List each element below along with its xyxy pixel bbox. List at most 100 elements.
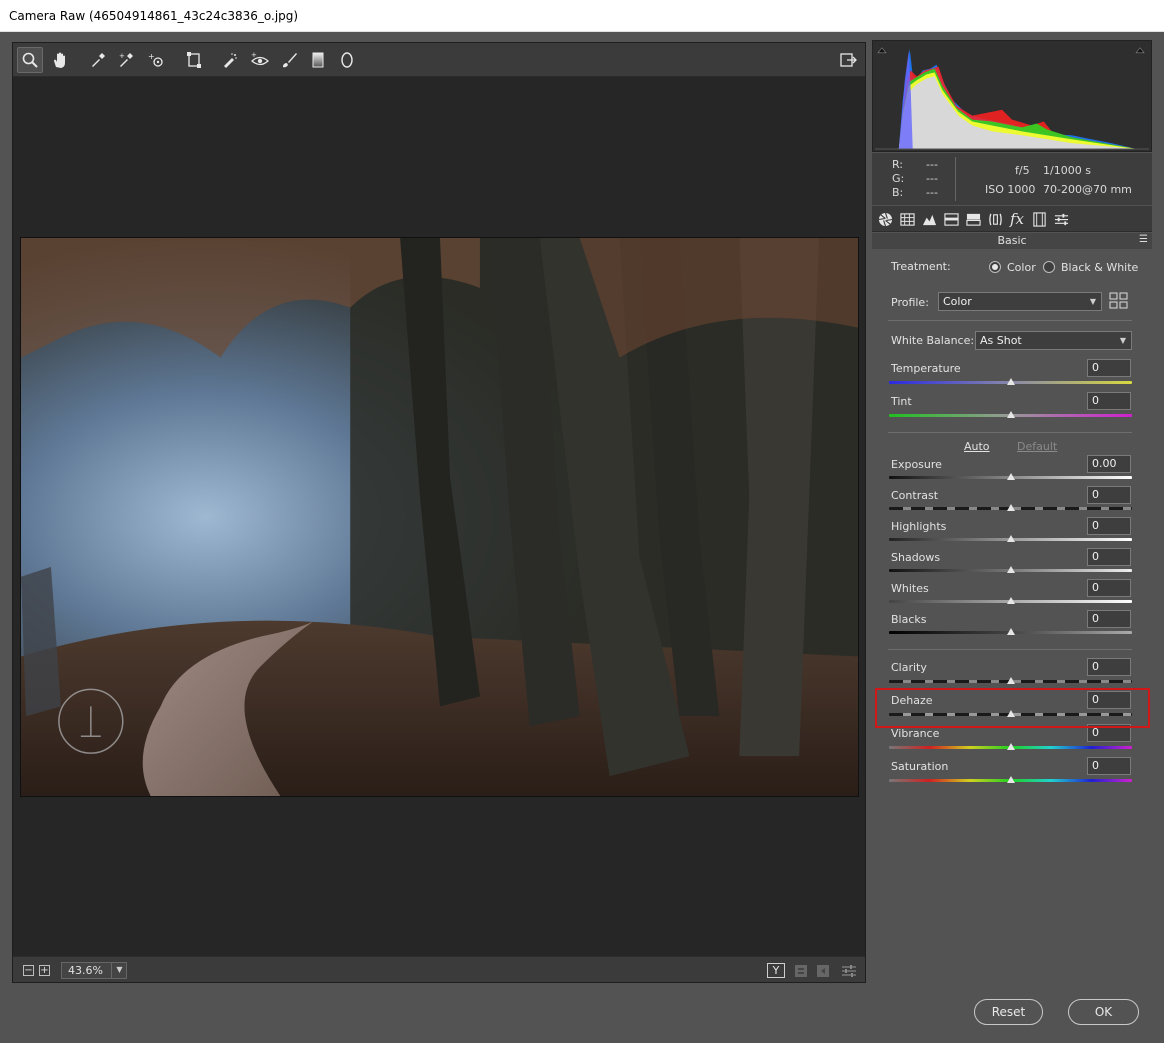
highlights-input[interactable]: 0: [1087, 517, 1131, 535]
red-eye-tool-button[interactable]: +: [247, 47, 273, 73]
clarity-input[interactable]: 0: [1087, 658, 1131, 676]
highlights-slider-handle[interactable]: [1007, 535, 1015, 542]
swap-before-after-icon[interactable]: [791, 962, 811, 979]
reset-button[interactable]: Reset: [974, 999, 1043, 1025]
temperature-label: Temperature: [891, 362, 961, 375]
transform-tool-button[interactable]: [181, 47, 207, 73]
chevron-down-icon[interactable]: ▼: [111, 962, 127, 979]
eye-icon: +: [251, 51, 269, 66]
contrast-label: Contrast: [891, 489, 939, 502]
spot-removal-tool-button[interactable]: [217, 47, 243, 73]
saturation-slider-handle[interactable]: [1007, 776, 1015, 783]
color-sampler-icon: +: [119, 52, 133, 67]
whites-slider-handle[interactable]: [1007, 597, 1015, 604]
saturation-input[interactable]: 0: [1087, 757, 1131, 775]
blacks-slider-handle[interactable]: [1007, 628, 1015, 635]
blacks-input[interactable]: 0: [1087, 610, 1131, 628]
tab-camera-calibration[interactable]: [1029, 210, 1049, 228]
panel-tabs: fx: [872, 206, 1152, 232]
ok-button[interactable]: OK: [1068, 999, 1139, 1025]
tab-split-toning[interactable]: [963, 210, 983, 228]
tint-slider-handle[interactable]: [1007, 411, 1015, 418]
contrast-slider-handle[interactable]: [1007, 504, 1015, 511]
exposure-input[interactable]: 0.00: [1087, 455, 1131, 473]
shadows-label: Shadows: [891, 551, 941, 564]
hand-tool-button[interactable]: [47, 47, 73, 73]
treatment-bw-label: Black & White: [1061, 261, 1139, 274]
exposure-label: Exposure: [891, 458, 942, 471]
temperature-input[interactable]: 0: [1087, 359, 1131, 377]
default-button[interactable]: Default: [1017, 440, 1057, 453]
sliders-icon: [1054, 213, 1068, 225]
treatment-bw-radio[interactable]: [1043, 261, 1055, 273]
tab-tone-curve[interactable]: [897, 210, 917, 228]
r-value: ---: [926, 158, 938, 171]
treatment-color-radio[interactable]: [989, 261, 1001, 273]
blacks-label: Blacks: [891, 613, 927, 626]
tool-bar: + + +: [13, 43, 865, 77]
iso-value: ISO 1000: [985, 183, 1036, 196]
forest-photo-image: [21, 238, 858, 796]
zoom-out-button[interactable]: −: [23, 965, 34, 976]
mountains-icon: [922, 214, 936, 225]
zoom-level-value: 43.6%: [68, 964, 103, 977]
exposure-slider-handle[interactable]: [1007, 473, 1015, 480]
profile-browser-icon[interactable]: [1109, 292, 1129, 310]
color-sampler-tool-button[interactable]: +: [113, 47, 139, 73]
tint-input[interactable]: 0: [1087, 392, 1131, 410]
profile-label: Profile:: [891, 296, 929, 309]
photo-preview: [20, 237, 859, 797]
targeted-adjustment-tool-button[interactable]: +: [143, 47, 169, 73]
b-label: B:: [892, 186, 904, 199]
info-divider: [955, 157, 956, 201]
temperature-slider-handle[interactable]: [1007, 378, 1015, 385]
export-icon: [840, 53, 857, 67]
window-title: Camera Raw (46504914861_43c24c3836_o.jpg…: [9, 9, 299, 23]
hsl-icon: [943, 212, 959, 226]
radial-filter-tool-button[interactable]: [334, 47, 360, 73]
zoom-tool-button[interactable]: [17, 47, 43, 73]
contrast-input[interactable]: 0: [1087, 486, 1131, 504]
g-label: G:: [892, 172, 905, 185]
magnifier-icon: [22, 52, 38, 68]
svg-text:+: +: [251, 51, 257, 59]
gradient-icon: [312, 52, 324, 68]
tab-hsl[interactable]: [941, 210, 961, 228]
whites-label: Whites: [891, 582, 929, 595]
clarity-slider-handle[interactable]: [1007, 677, 1015, 684]
film-strip-icon: [1032, 211, 1046, 227]
preview-area: + + + − + 43.6% ▼ Y: [12, 42, 866, 983]
auto-button[interactable]: Auto: [964, 440, 990, 453]
copy-settings-icon[interactable]: [813, 962, 833, 979]
b-value: ---: [926, 186, 938, 199]
white-balance-tool-button[interactable]: [85, 47, 111, 73]
lens-value: 70-200@70 mm: [1043, 183, 1132, 196]
white-balance-dropdown[interactable]: As Shot ▼: [975, 331, 1132, 350]
profile-dropdown[interactable]: Color ▼: [938, 292, 1102, 311]
tab-basic[interactable]: [875, 210, 895, 228]
divider: [888, 649, 1132, 650]
tab-lens-corrections[interactable]: [985, 210, 1005, 228]
white-balance-label: White Balance:: [891, 334, 975, 347]
spot-removal-icon: [224, 53, 237, 68]
adjustment-brush-tool-button[interactable]: [276, 47, 302, 73]
aperture-value: f/5: [1015, 164, 1030, 177]
panel-title: Basic: [997, 234, 1027, 247]
clarity-label: Clarity: [891, 661, 927, 674]
panel-menu-icon[interactable]: ☰: [1139, 235, 1148, 245]
g-value: ---: [926, 172, 938, 185]
graduated-filter-tool-button[interactable]: [305, 47, 331, 73]
highlights-label: Highlights: [891, 520, 947, 533]
toggle-settings-icon[interactable]: [839, 962, 859, 979]
before-after-toggle[interactable]: Y: [767, 963, 785, 978]
shadows-slider-handle[interactable]: [1007, 566, 1015, 573]
tab-detail[interactable]: [919, 210, 939, 228]
vibrance-slider-handle[interactable]: [1007, 743, 1015, 750]
shadows-input[interactable]: 0: [1087, 548, 1131, 566]
whites-input[interactable]: 0: [1087, 579, 1131, 597]
zoom-in-button[interactable]: +: [39, 965, 50, 976]
dehaze-highlight-box: [875, 688, 1150, 728]
tab-presets[interactable]: [1051, 210, 1071, 228]
fx-icon[interactable]: fx: [1007, 210, 1027, 228]
open-preferences-button[interactable]: [835, 47, 861, 73]
